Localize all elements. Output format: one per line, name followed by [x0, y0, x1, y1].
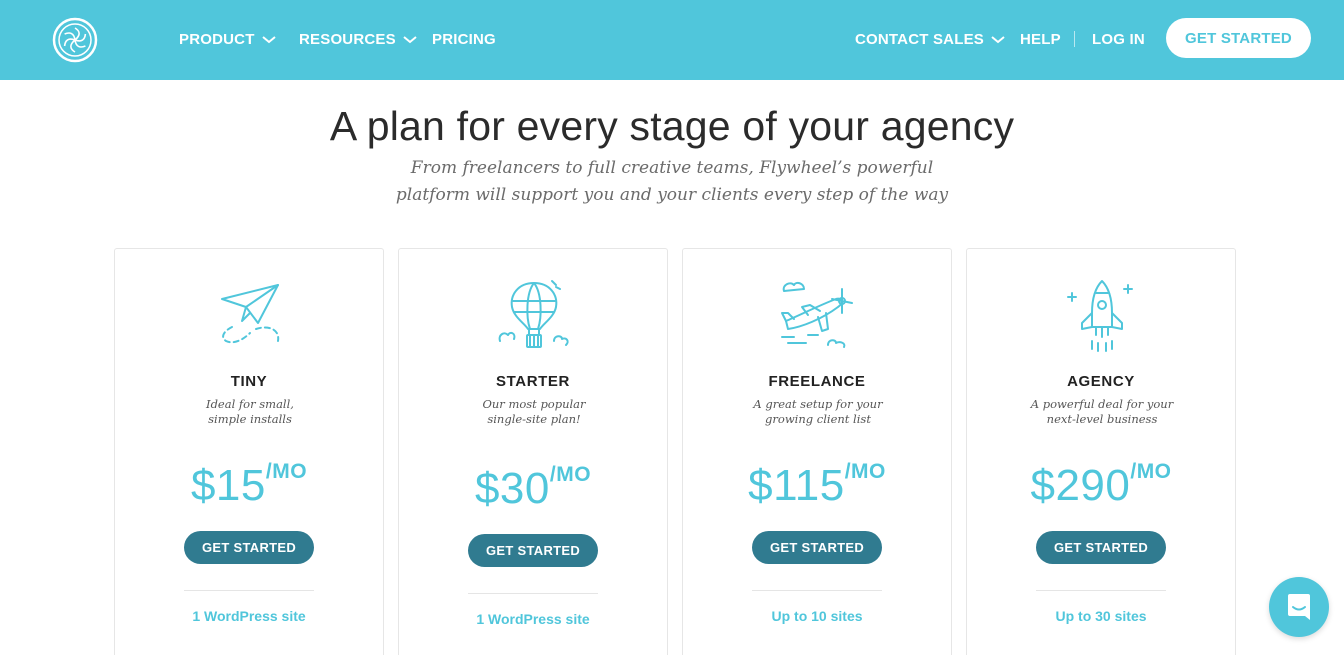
plan-card-starter: STARTER Our most popular single-site pla… [398, 248, 668, 655]
plan-price-amount: $15 [190, 461, 266, 510]
plan-get-started-button[interactable]: GET STARTED [1036, 531, 1166, 564]
nav-resources-label: RESOURCES [299, 31, 396, 48]
plan-price-period: /MO [844, 460, 886, 483]
divider [1036, 590, 1166, 591]
get-started-button[interactable]: GET STARTED [1166, 18, 1311, 58]
nav-login-label: LOG IN [1092, 31, 1145, 48]
plan-description: Our most popular single-site plan! [449, 397, 619, 427]
plan-feature: Up to 10 sites [771, 608, 863, 624]
nav-contact-sales[interactable]: CONTACT SALES [855, 30, 1005, 50]
page-subtitle: From freelancers to full creative teams,… [372, 155, 972, 209]
plan-description: A powerful deal for your next-level busi… [1017, 397, 1187, 427]
plan-description-line-1: Ideal for small, [206, 397, 294, 411]
nav-pricing[interactable]: PRICING [432, 30, 496, 50]
page-title: A plan for every stage of your agency [329, 103, 1015, 149]
nav-help-label: HELP [1020, 31, 1061, 48]
page-subtitle-line-1: From freelancers to full creative teams,… [410, 158, 934, 178]
nav-help[interactable]: HELP [1020, 30, 1061, 50]
plan-description-line-2: growing client list [765, 412, 871, 426]
plan-price: $15/MO [115, 457, 383, 515]
paper-plane-icon [221, 284, 280, 344]
divider [468, 593, 598, 594]
top-nav-bar: PRODUCT RESOURCES PRICING CONTACT SALES … [0, 0, 1344, 80]
chat-launcher-button[interactable] [1269, 577, 1329, 637]
plan-get-started-button[interactable]: GET STARTED [468, 534, 598, 567]
plan-get-started-button[interactable]: GET STARTED [752, 531, 882, 564]
nav-login[interactable]: LOG IN [1092, 30, 1145, 50]
plan-description-line-1: A powerful deal for your [1030, 397, 1174, 411]
plan-description: A great setup for your growing client li… [733, 397, 903, 427]
nav-product-label: PRODUCT [179, 31, 255, 48]
plan-feature: Up to 30 sites [1055, 608, 1147, 624]
airplane-icon [781, 281, 853, 348]
nav-contact-sales-label: CONTACT SALES [855, 31, 984, 48]
plan-description-line-2: single-site plan! [487, 412, 581, 426]
plan-name: FREELANCE [768, 373, 866, 390]
plan-description-line-2: next-level business [1046, 412, 1158, 426]
plan-price-period: /MO [549, 463, 592, 486]
nav-pricing-label: PRICING [432, 31, 496, 48]
flywheel-logo-icon[interactable] [51, 16, 99, 64]
chevron-down-icon [991, 36, 1005, 44]
plan-get-started-button[interactable]: GET STARTED [184, 531, 314, 564]
page-subtitle-line-2: platform will support you and your clien… [395, 185, 949, 205]
chevron-down-icon [261, 36, 276, 44]
plan-price-amount: $290 [1030, 461, 1131, 510]
chevron-down-icon [403, 36, 417, 44]
nav-resources[interactable]: RESOURCES [299, 30, 417, 50]
chat-bubble-icon [1288, 594, 1310, 620]
plan-description: Ideal for small, simple installs [165, 397, 335, 427]
plan-name: STARTER [496, 373, 570, 390]
nav-product[interactable]: PRODUCT [179, 30, 276, 50]
plan-card-freelance: FREELANCE A great setup for your growing… [682, 248, 952, 655]
plan-description-line-1: A great setup for your [753, 397, 883, 411]
divider [752, 590, 882, 591]
plan-price: $30/MO [399, 460, 667, 518]
plan-name: AGENCY [1067, 373, 1135, 390]
plan-description-line-1: Our most popular [482, 397, 586, 411]
plan-price-period: /MO [265, 460, 308, 483]
plan-price: $290/MO [967, 457, 1235, 515]
rocket-icon [1067, 280, 1133, 352]
plan-name: TINY [230, 373, 268, 390]
plan-feature: 1 WordPress site [192, 608, 306, 624]
plan-card-agency: AGENCY A powerful deal for your next-lev… [966, 248, 1236, 655]
plan-feature: 1 WordPress site [476, 611, 590, 627]
plan-description-line-2: simple installs [208, 412, 292, 426]
hot-air-balloon-icon [498, 280, 569, 348]
plan-price-amount: $30 [474, 464, 550, 513]
plan-price-period: /MO [1130, 460, 1172, 483]
plan-price-amount: $115 [748, 461, 845, 510]
plan-price: $115/MO [683, 457, 951, 515]
nav-divider [1074, 31, 1075, 47]
plan-card-tiny: TINY Ideal for small, simple installs $1… [114, 248, 384, 655]
divider [184, 590, 314, 591]
